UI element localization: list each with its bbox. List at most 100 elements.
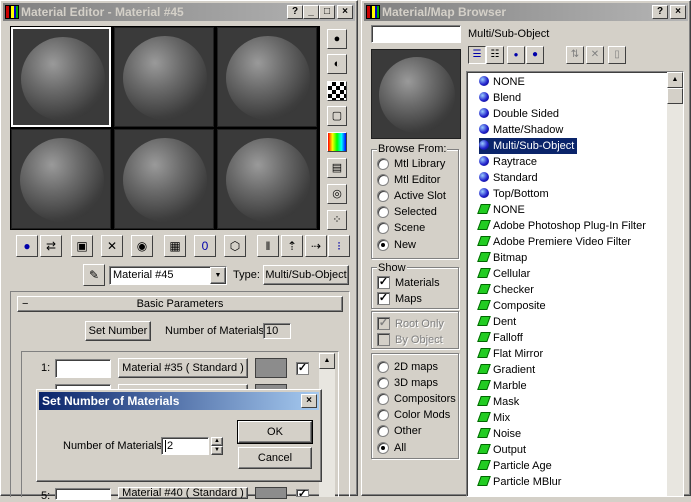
list-item[interactable]: Marble — [477, 378, 527, 394]
ok-button[interactable]: OK — [237, 420, 313, 444]
browser-help-button[interactable]: ? — [652, 5, 668, 19]
scroll-thumb[interactable] — [667, 88, 683, 104]
sample-slot-6[interactable] — [217, 129, 317, 229]
list-item[interactable]: Raytrace — [479, 154, 537, 170]
browse-new-radio[interactable] — [377, 239, 389, 251]
sub-row-name-field[interactable] — [55, 488, 111, 500]
sample-slot-4[interactable] — [11, 129, 111, 229]
make-preview-icon[interactable]: ▤ — [327, 158, 347, 178]
browse-scene-radio[interactable] — [377, 222, 389, 234]
filter-color-mods-radio[interactable] — [377, 409, 389, 421]
list-item[interactable]: Matte/Shadow — [479, 122, 563, 138]
sample-slot-1[interactable] — [11, 27, 111, 127]
list-item[interactable]: Dent — [477, 314, 516, 330]
type-button[interactable]: Multi/Sub-Object — [263, 265, 349, 285]
dialog-titlebar[interactable]: Set Number of Materials × — [39, 392, 319, 410]
video-color-check-icon[interactable] — [327, 132, 347, 152]
minimize-button[interactable]: _ — [303, 5, 319, 19]
sample-slot-3[interactable] — [217, 27, 317, 127]
select-by-material-icon[interactable]: ⁘ — [327, 210, 347, 230]
assign-to-selection-icon[interactable]: ▣ — [71, 235, 93, 257]
list-item[interactable]: Top/Bottom — [479, 186, 549, 202]
list-item[interactable]: Mix — [477, 410, 510, 426]
list-item[interactable]: Mask — [477, 394, 519, 410]
filter-all-radio[interactable] — [377, 442, 389, 454]
browser-close-button[interactable]: × — [670, 5, 686, 19]
filter-other-radio[interactable] — [377, 425, 389, 437]
help-button[interactable]: ? — [287, 5, 303, 19]
list-item[interactable]: Checker — [477, 282, 534, 298]
material-map-navigator-icon[interactable]: ⁝ — [328, 235, 350, 257]
show-map-in-viewport-icon[interactable]: ⬡ — [224, 235, 246, 257]
material-map-list[interactable]: NONE Blend Double Sided Matte/Shadow Multi/S… — [466, 71, 684, 497]
basic-parameters-rollout-header[interactable]: − Basic Parameters — [17, 296, 343, 312]
list-item[interactable]: Bitmap — [477, 250, 527, 266]
browse-selected-radio[interactable] — [377, 206, 389, 218]
list-item[interactable]: Double Sided — [479, 106, 559, 122]
clear-library-icon[interactable]: ▯ — [608, 46, 626, 64]
dialog-close-button[interactable]: × — [301, 394, 317, 408]
make-copy-icon[interactable]: ◉ — [131, 235, 153, 257]
put-to-library-icon[interactable]: ▦ — [164, 235, 186, 257]
background-checker-icon[interactable] — [327, 81, 347, 101]
backlight-icon[interactable]: ◐ — [327, 54, 347, 74]
list-item[interactable]: Particle MBlur — [477, 474, 561, 490]
list-item[interactable]: Composite — [477, 298, 546, 314]
update-scene-materials-icon[interactable]: ⇅ — [566, 46, 584, 64]
sample-slot-2[interactable] — [114, 27, 214, 127]
sub-row-name-field[interactable] — [55, 359, 111, 378]
list-item[interactable]: NONE — [477, 202, 525, 218]
list-item[interactable]: Flat Mirror — [477, 346, 543, 362]
list-item[interactable]: Multi/Sub-Object — [479, 138, 578, 154]
filter-2d-maps-radio[interactable] — [377, 361, 389, 373]
list-item[interactable]: Standard — [479, 170, 538, 186]
material-name-dropdown[interactable]: Material #45 ▼ — [109, 266, 227, 285]
sub-row-color-swatch[interactable] — [255, 487, 287, 499]
sample-type-icon[interactable]: ● — [327, 29, 347, 49]
cancel-button[interactable]: Cancel — [238, 447, 312, 469]
list-item[interactable]: Falloff — [477, 330, 523, 346]
list-item[interactable]: Output — [477, 442, 526, 458]
browse-mtl-library-radio[interactable] — [377, 158, 389, 170]
view-list-icons-icon[interactable]: ☷ — [486, 46, 504, 64]
sample-slot-5[interactable] — [114, 129, 214, 229]
eyedropper-icon[interactable]: ✎ — [83, 264, 105, 286]
scroll-up-arrow[interactable]: ▲ — [667, 72, 683, 88]
scroll-up-arrow[interactable]: ▲ — [319, 353, 335, 369]
chevron-down-icon[interactable]: ▼ — [210, 267, 226, 284]
go-to-parent-icon[interactable]: ⇡ — [281, 235, 303, 257]
sample-uv-tiling-icon[interactable]: ▢ — [327, 106, 347, 126]
browse-active-slot-radio[interactable] — [377, 190, 389, 202]
sub-material-button[interactable]: Material #40 ( Standard ) — [118, 487, 248, 499]
list-item[interactable]: Adobe Premiere Video Filter — [477, 234, 631, 250]
show-materials-checkbox[interactable]: ✓ — [377, 276, 390, 289]
material-editor-titlebar[interactable]: Material Editor - Material #45 ? _ □ × — [3, 3, 355, 21]
list-item[interactable]: NONE — [479, 74, 525, 90]
show-maps-checkbox[interactable]: ✓ — [377, 292, 390, 305]
browser-titlebar[interactable]: Material/Map Browser ? × — [364, 3, 688, 21]
close-button[interactable]: × — [337, 5, 353, 19]
delete-from-library-icon[interactable]: ✕ — [586, 46, 604, 64]
browser-search-input[interactable] — [371, 25, 461, 43]
list-item[interactable]: Gradient — [477, 362, 535, 378]
list-item[interactable]: Noise — [477, 426, 521, 442]
list-item[interactable]: Adobe Photoshop Plug-In Filter — [477, 218, 646, 234]
spinner-down[interactable]: ▼ — [211, 446, 223, 455]
reset-map-icon[interactable]: ✕ — [101, 235, 123, 257]
go-forward-to-sibling-icon[interactable]: ⇢ — [305, 235, 327, 257]
view-large-icons-icon[interactable]: ● — [526, 46, 544, 64]
get-material-icon[interactable]: ● — [16, 235, 38, 257]
material-effects-channel-icon[interactable]: 0 — [194, 235, 216, 257]
number-of-materials-input[interactable]: 2 — [161, 437, 209, 455]
list-item[interactable]: Particle Age — [477, 458, 552, 474]
show-end-result-icon[interactable]: ‖ — [257, 235, 279, 257]
filter-compositors-radio[interactable] — [377, 393, 389, 405]
sub-row-color-swatch[interactable] — [255, 358, 287, 378]
put-to-scene-icon[interactable]: ⇄ — [40, 235, 62, 257]
set-number-button[interactable]: Set Number — [85, 321, 151, 341]
spinner-up[interactable]: ▲ — [211, 437, 223, 446]
view-list-icon[interactable]: ☰ — [468, 46, 486, 64]
list-item[interactable]: Cellular — [477, 266, 530, 282]
maximize-button[interactable]: □ — [319, 5, 335, 19]
filter-3d-maps-radio[interactable] — [377, 377, 389, 389]
